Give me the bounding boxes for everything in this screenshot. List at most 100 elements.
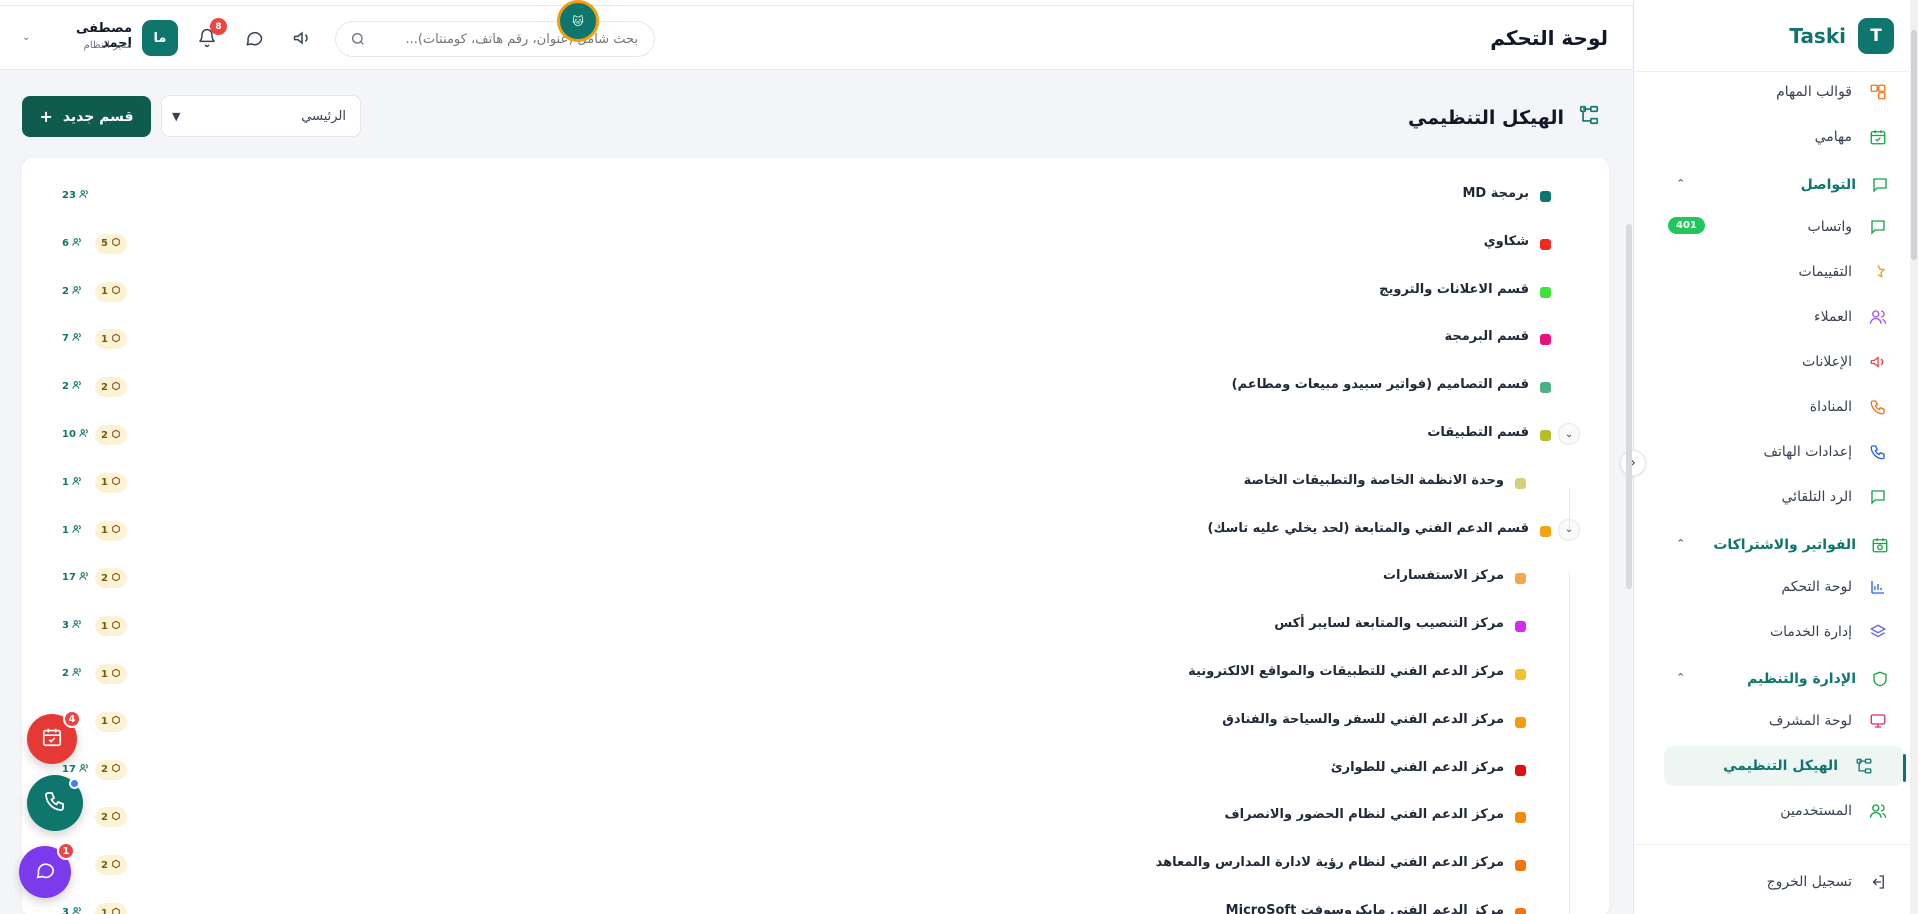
sidebar-item-whatsapp[interactable]: واتساب 401 bbox=[1648, 207, 1918, 247]
tree-child-row[interactable]: مركز الدعم الفني مايكروسوفت MicroSoft 1 3 bbox=[22, 893, 1609, 914]
roles-count: 1 bbox=[101, 333, 108, 345]
department-name[interactable]: مركز الدعم الفني للتطبيقات والمواقع الال… bbox=[1188, 664, 1504, 679]
department-name[interactable]: وحدة الانظمة الخاصة والتطبيقات الخاصة bbox=[1244, 473, 1504, 488]
new-department-button[interactable]: قسم جديد + bbox=[22, 96, 151, 137]
department-name[interactable]: مركز الدعم الفني للطوارئ bbox=[1331, 760, 1504, 775]
tree-row[interactable]: قسم الدعم الفني والمتابعة (لحد يخلي عليه… bbox=[22, 511, 1609, 551]
department-name[interactable]: مركز الدعم الفني للسفر والسياحة والفنادق bbox=[1222, 712, 1504, 727]
roles-count-badge: 1 bbox=[95, 281, 127, 302]
roles-count: 1 bbox=[101, 668, 108, 680]
department-name[interactable]: قسم الدعم الفني والمتابعة (لحد يخلي عليه… bbox=[1208, 521, 1530, 536]
megaphone-icon[interactable] bbox=[288, 24, 316, 52]
tree-row[interactable]: قسم التطبيقات ⌄ 2 10 bbox=[22, 415, 1609, 455]
users-icon bbox=[1868, 801, 1888, 821]
department-name[interactable]: مركز الدعم الفني لنظام رؤية لادارة المدا… bbox=[1156, 855, 1504, 870]
tasks-fab[interactable]: 4 bbox=[27, 710, 81, 764]
call-fab[interactable] bbox=[27, 775, 83, 831]
department-name[interactable]: قسم البرمجة bbox=[1445, 329, 1530, 344]
brand-logo[interactable]: T bbox=[1858, 17, 1894, 54]
department-color-dot bbox=[1515, 573, 1526, 585]
department-name[interactable]: شكاوي bbox=[1484, 234, 1529, 249]
parent-filter-select[interactable]: الرئيسي ▼ bbox=[161, 95, 361, 137]
avatar[interactable]: ما bbox=[142, 20, 178, 56]
department-name[interactable]: قسم التطبيقات bbox=[1427, 425, 1529, 440]
sidebar-item-customers[interactable]: العملاء bbox=[1648, 297, 1918, 337]
members-count-value: 7 bbox=[62, 333, 69, 345]
sidebar-item-org-structure[interactable]: الهيكل التنظيمي bbox=[1664, 746, 1904, 786]
users-icon bbox=[79, 189, 89, 202]
roles-count: 1 bbox=[101, 477, 108, 489]
tree-child-row[interactable]: مركز الدعم الفني للسفر والسياحة والفنادق… bbox=[22, 702, 1609, 742]
department-name[interactable]: مركز الدعم الفني مايكروسوفت MicroSoft bbox=[1226, 903, 1504, 914]
phone-icon bbox=[43, 789, 67, 817]
department-color-dot bbox=[1515, 764, 1526, 776]
global-search[interactable] bbox=[335, 21, 655, 57]
sidebar-item-billing-dashboard[interactable]: لوحة التحكم bbox=[1648, 567, 1918, 607]
sidebar-group-billing[interactable]: الفواتير والاشتراكات ⌃ bbox=[1648, 525, 1918, 565]
roles-count: 2 bbox=[101, 381, 108, 393]
roles-count: 1 bbox=[101, 716, 108, 728]
tree-row[interactable]: قسم البرمجة 1 7 bbox=[22, 319, 1609, 359]
department-name[interactable]: مركز الاستفسارات bbox=[1383, 568, 1504, 583]
tree-child-row[interactable]: وحدة الانظمة الخاصة والتطبيقات الخاصة 1 1 bbox=[22, 463, 1609, 503]
tree-row[interactable]: شكاوي 5 6 bbox=[22, 224, 1609, 264]
sidebar-item-label: إعدادات الهاتف bbox=[1763, 444, 1853, 460]
department-name[interactable]: مركز الدعم الفني لنظام الحضور والانصراف bbox=[1225, 807, 1504, 822]
logout-button[interactable]: تسجيل الخروج bbox=[1648, 862, 1918, 902]
tree-child-row[interactable]: مركز الدعم الفني للطوارئ 2 17 bbox=[22, 750, 1609, 790]
members-count: 3 bbox=[62, 619, 82, 632]
expand-chevron-icon[interactable]: ⌄ bbox=[1558, 423, 1580, 445]
bell-icon[interactable]: 8 bbox=[193, 18, 227, 52]
department-color-dot bbox=[1540, 191, 1551, 202]
tree-child-row[interactable]: مركز الدعم الفني للتطبيقات والمواقع الال… bbox=[22, 654, 1609, 694]
page-scrollbar[interactable] bbox=[1910, 0, 1918, 914]
department-name[interactable]: قسم التصاميم (فواتير سبيدو مبيعات ومطاعم… bbox=[1232, 377, 1529, 392]
section-title: الهيكل التنظيمي bbox=[1408, 106, 1564, 129]
users-icon bbox=[72, 619, 82, 632]
users-icon bbox=[72, 332, 82, 345]
sidebar-group-admin[interactable]: الإدارة والتنظيم ⌃ bbox=[1648, 659, 1918, 699]
sidebar-item-supervisor[interactable]: لوحة المشرف bbox=[1648, 701, 1918, 741]
tree-child-row[interactable]: مركز الدعم الفني لنظام رؤية لادارة المدا… bbox=[22, 845, 1609, 885]
sidebar-item-calling[interactable]: المناداة bbox=[1648, 387, 1918, 427]
roles-count-badge: 1 bbox=[95, 711, 127, 732]
tree-row[interactable]: قسم التصاميم (فواتير سبيدو مبيعات ومطاعم… bbox=[22, 367, 1609, 407]
sidebar-group-communication[interactable]: التواصل ⌃ bbox=[1648, 165, 1918, 205]
users-icon bbox=[72, 380, 82, 393]
tree-row[interactable]: برمجة MD 23 bbox=[22, 176, 1609, 216]
brand-name[interactable]: Taski bbox=[1789, 24, 1846, 48]
sidebar-item-label: العملاء bbox=[1814, 309, 1852, 325]
tree-row[interactable]: قسم الاعلانات والترويج 1 2 bbox=[22, 272, 1609, 312]
sidebar-group-label: التواصل bbox=[1800, 177, 1856, 193]
sidebar-collapse-button[interactable]: ‹ bbox=[1620, 450, 1646, 476]
messages-icon[interactable] bbox=[240, 24, 268, 52]
sidebar-item-ads[interactable]: الإعلانات bbox=[1648, 342, 1918, 382]
sidebar-item-users[interactable]: المستخدمين bbox=[1648, 791, 1918, 831]
members-count-value: 3 bbox=[62, 907, 69, 914]
search-input[interactable] bbox=[352, 31, 638, 47]
sidebar-item-my-tasks[interactable]: مهامي bbox=[1648, 117, 1918, 157]
sidebar-item-label: الهيكل التنظيمي bbox=[1723, 758, 1838, 774]
department-name[interactable]: قسم الاعلانات والترويج bbox=[1379, 282, 1529, 297]
sidebar-item-ratings[interactable]: التقييمات bbox=[1648, 252, 1918, 292]
sidebar-item-auto-reply[interactable]: الرد التلقائي bbox=[1648, 477, 1918, 517]
sidebar-item-task-templates[interactable]: قوالب المهام bbox=[1648, 72, 1918, 112]
role-icon bbox=[111, 476, 121, 489]
sidebar-item-services[interactable]: إدارة الخدمات bbox=[1648, 612, 1918, 652]
department-name[interactable]: مركز التنصيب والمتابعة لسايبر أكس bbox=[1274, 616, 1504, 631]
roles-count-badge: 1 bbox=[95, 472, 127, 493]
chat-fab[interactable]: 1 bbox=[19, 842, 75, 898]
chevron-down-icon[interactable]: ⌄ bbox=[22, 32, 30, 43]
tree-child-row[interactable]: مركز التنصيب والمتابعة لسايبر أكس 1 3 bbox=[22, 606, 1609, 646]
tree-child-row[interactable]: مركز الاستفسارات 2 17 bbox=[22, 558, 1609, 598]
members-count: 7 bbox=[62, 332, 82, 345]
sidebar-scrollbar[interactable] bbox=[1626, 224, 1632, 589]
role-icon bbox=[111, 668, 121, 681]
department-color-dot bbox=[1540, 382, 1551, 394]
logout-label: تسجيل الخروج bbox=[1766, 874, 1852, 890]
members-count: 1 bbox=[62, 476, 82, 489]
department-name[interactable]: برمجة MD bbox=[1462, 186, 1529, 201]
sidebar-item-phone-settings[interactable]: إعدادات الهاتف bbox=[1648, 432, 1918, 472]
scrollbar-thumb[interactable] bbox=[1911, 30, 1917, 260]
tree-child-row[interactable]: مركز الدعم الفني لنظام الحضور والانصراف 2 bbox=[22, 797, 1609, 837]
